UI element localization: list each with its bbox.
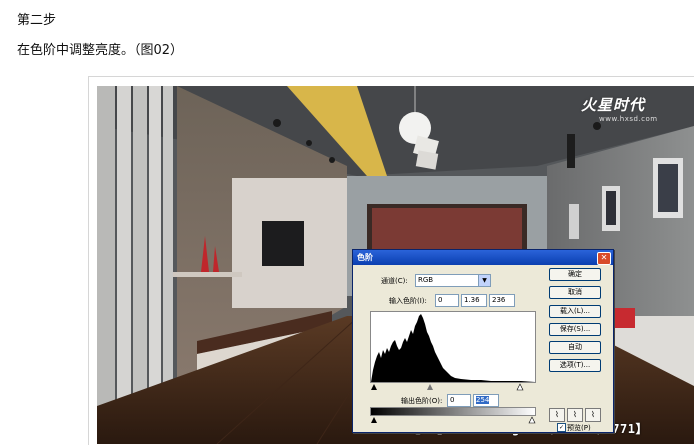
histogram xyxy=(370,311,536,383)
cancel-button[interactable]: 取消 xyxy=(549,286,601,299)
levels-dialog: 色阶 ✕ 通道(C): RGB ▼ 输入色阶(I): 0 1.36 236 输出… xyxy=(352,249,614,433)
input-black-field[interactable]: 0 xyxy=(435,294,459,307)
input-black-value: 0 xyxy=(438,296,443,304)
input-white-value: 236 xyxy=(492,296,506,304)
output-levels-label: 输出色阶(O): xyxy=(401,397,443,405)
step-description: 在色阶中调整亮度。（图02） xyxy=(17,43,184,58)
output-black-slider xyxy=(371,417,377,423)
screenshot-image: 火星时代 www.hxsd.com 3Dmax吧 【www.linecg.com… xyxy=(97,86,694,444)
output-black-value: 0 xyxy=(450,396,455,404)
channel-value: RGB xyxy=(418,276,434,284)
preview-label: 预览(P) xyxy=(567,424,591,432)
preview-checkbox[interactable]: ✓ xyxy=(557,423,566,432)
channel-select[interactable]: RGB ▼ xyxy=(415,274,491,287)
auto-button[interactable]: 自动 xyxy=(549,341,601,354)
black-point-slider xyxy=(371,384,377,390)
input-levels-label: 输入色阶(I): xyxy=(389,297,427,305)
white-eyedropper-icon[interactable]: ⌇ xyxy=(585,408,601,422)
logo-url: www.hxsd.com xyxy=(599,115,658,123)
save-button[interactable]: 保存(S)... xyxy=(549,323,601,336)
white-point-slider xyxy=(516,383,524,391)
output-white-slider xyxy=(528,416,536,424)
channel-label: 通道(C): xyxy=(381,277,408,285)
gamma-slider xyxy=(427,384,433,390)
histogram-graph xyxy=(371,314,535,382)
input-slider-track[interactable] xyxy=(370,383,536,391)
ok-button[interactable]: 确定 xyxy=(549,268,601,281)
input-gamma-field[interactable]: 1.36 xyxy=(461,294,487,307)
logo-text: 火星时代 xyxy=(581,96,646,114)
dialog-title: 色阶 xyxy=(357,253,373,262)
output-gradient xyxy=(370,407,536,416)
black-eyedropper-icon[interactable]: ⌇ xyxy=(549,408,565,422)
close-button[interactable]: ✕ xyxy=(597,252,611,265)
output-white-field[interactable]: 254 xyxy=(473,394,499,407)
output-white-value: 254 xyxy=(476,396,490,404)
load-button[interactable]: 载入(L)... xyxy=(549,305,601,318)
output-slider-track[interactable] xyxy=(370,416,536,424)
dialog-titlebar[interactable]: 色阶 ✕ xyxy=(353,250,613,265)
chevron-down-icon[interactable]: ▼ xyxy=(478,275,490,286)
output-black-field[interactable]: 0 xyxy=(447,394,471,407)
options-button[interactable]: 选项(T)... xyxy=(549,359,601,372)
step-title: 第二步 xyxy=(17,13,57,28)
input-gamma-value: 1.36 xyxy=(464,296,480,304)
gray-eyedropper-icon[interactable]: ⌇ xyxy=(567,408,583,422)
brand-logo: 火星时代 www.hxsd.com xyxy=(581,94,658,123)
input-white-field[interactable]: 236 xyxy=(489,294,515,307)
